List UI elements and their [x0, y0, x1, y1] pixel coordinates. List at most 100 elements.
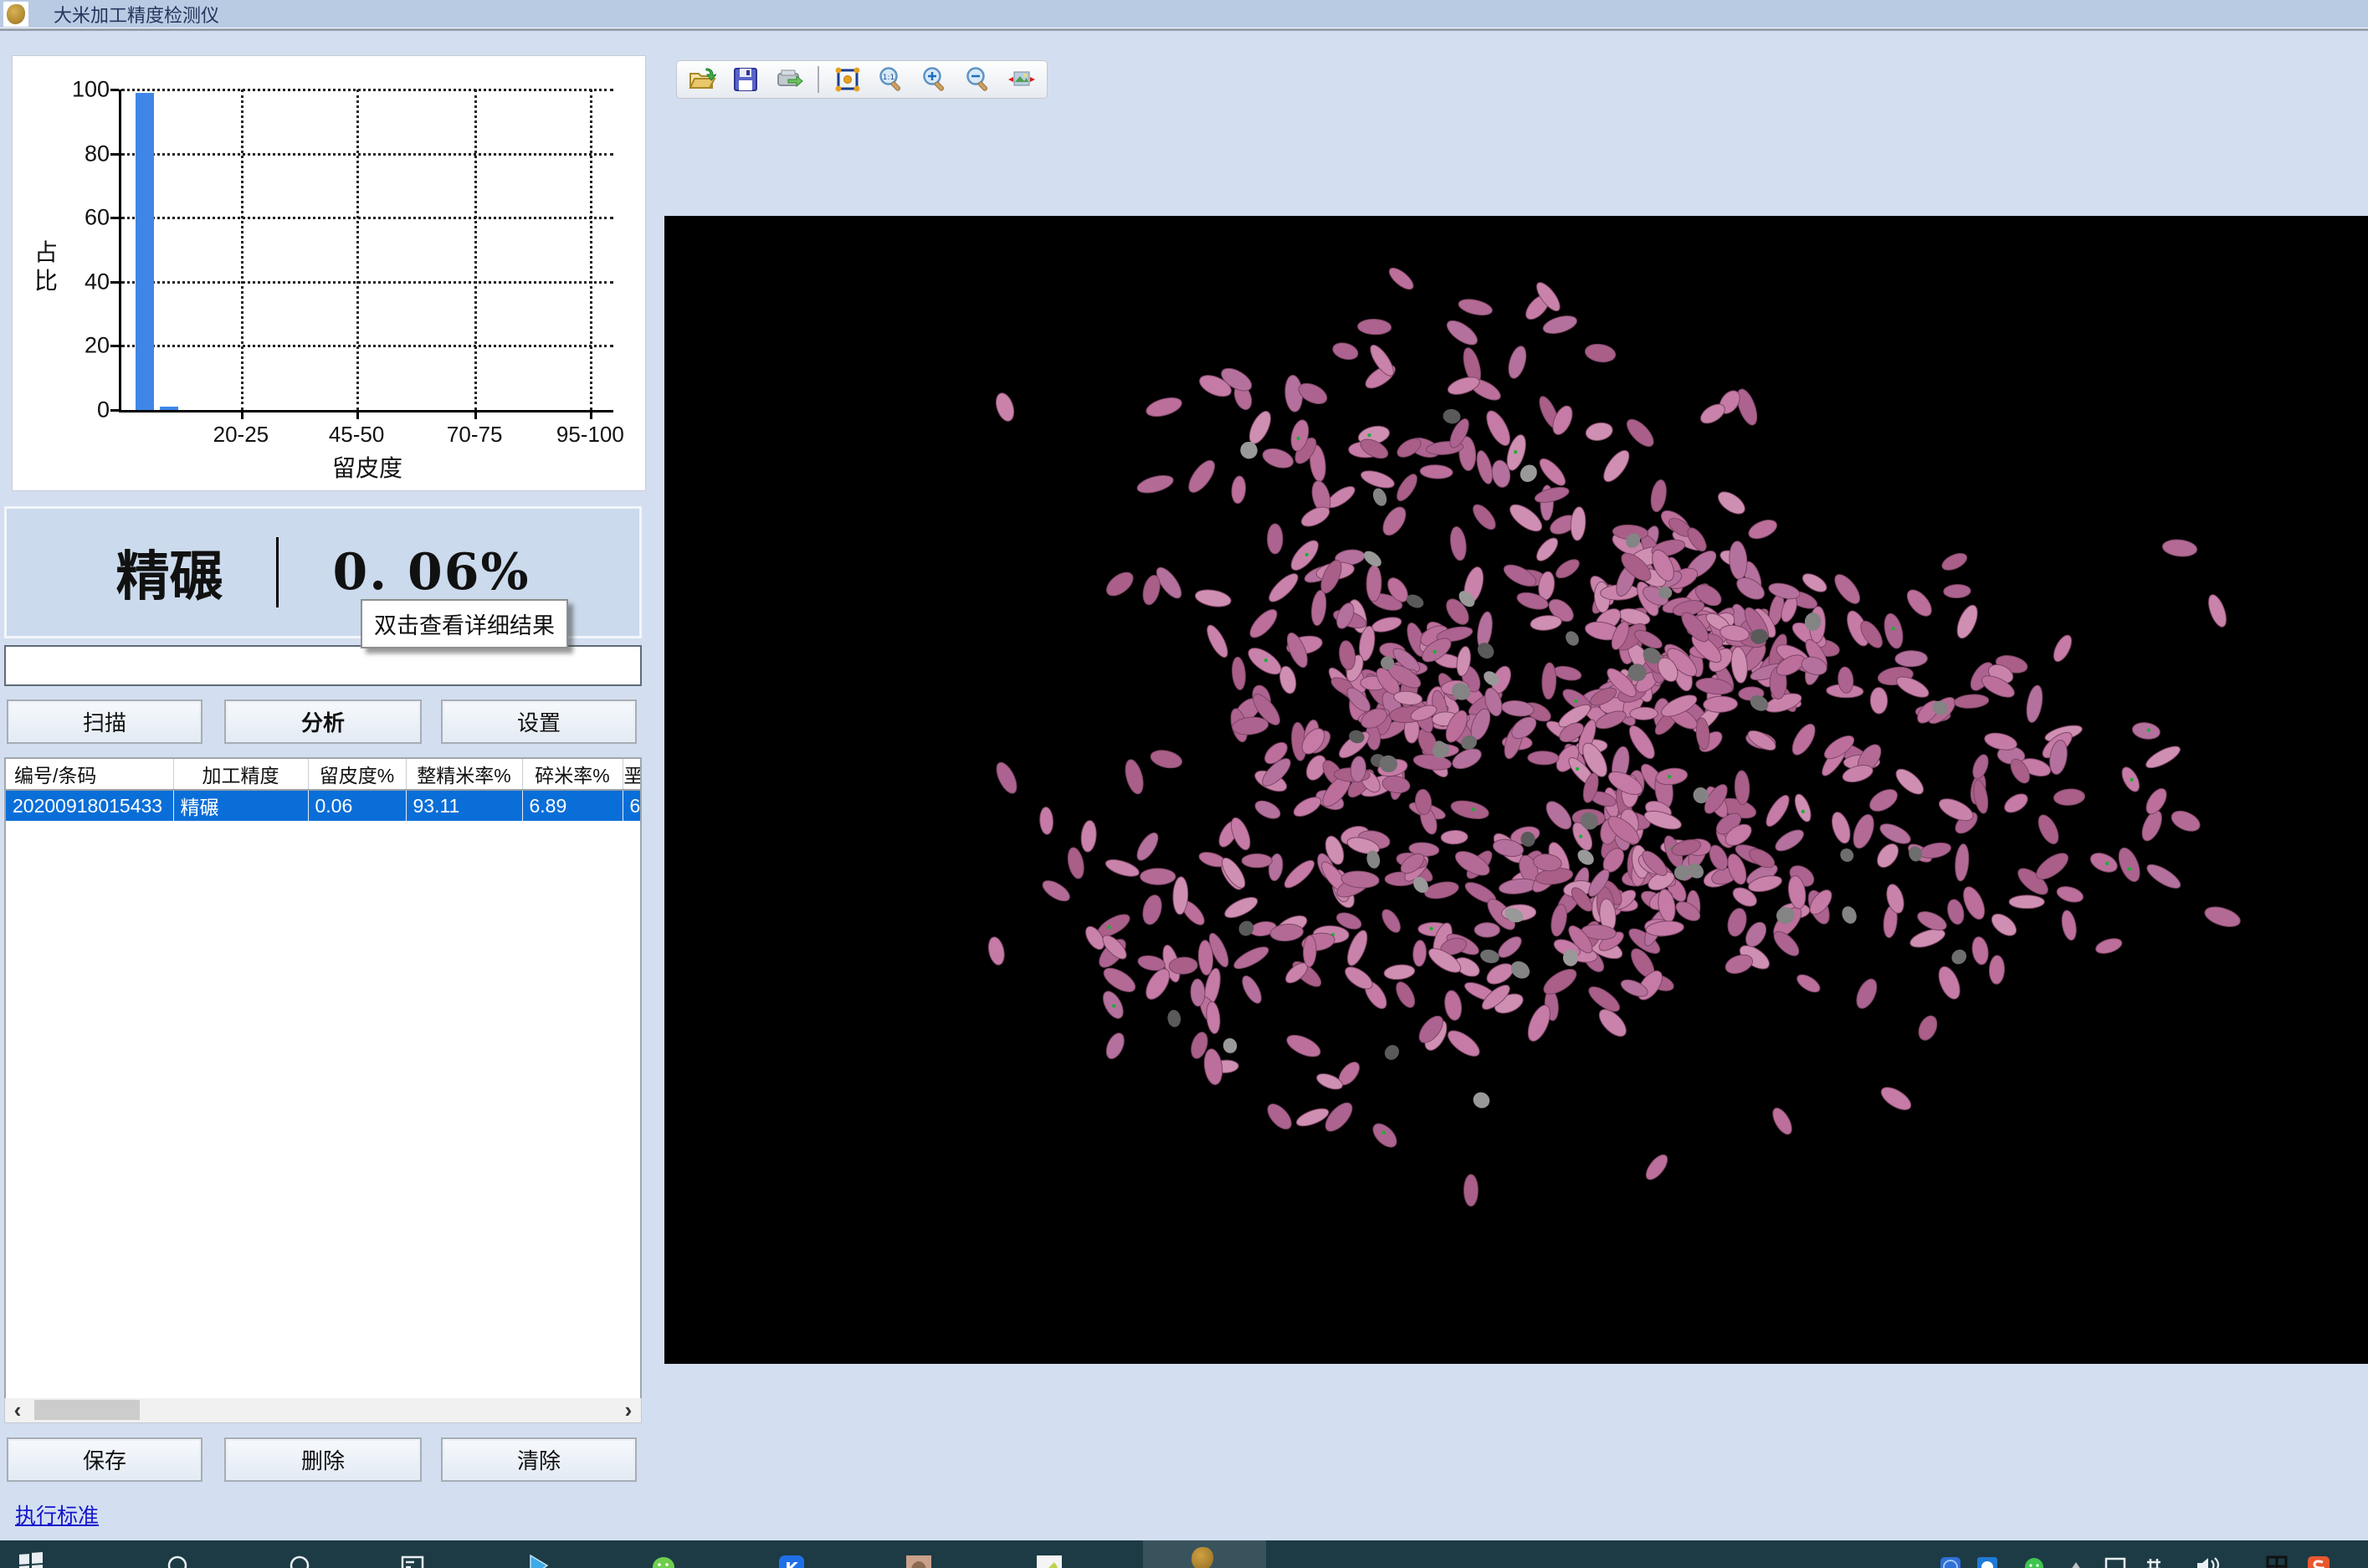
rice-grain [1104, 856, 1141, 879]
barcode-input[interactable] [4, 645, 642, 686]
save-icon[interactable] [730, 64, 761, 95]
histogram-plot: 留皮度 02040608010020-2545-5070-7595-100 [119, 90, 613, 412]
tray-show-hidden-icon[interactable] [2065, 1552, 2094, 1568]
rice-grain [1383, 963, 1415, 981]
task-view-icon[interactable] [400, 1552, 428, 1568]
table-header-row: 编号/条码 加工精度 留皮度% 整精米率% 碎米率% 垩白粒率% [6, 759, 642, 790]
rice-grain [1140, 869, 1176, 885]
rice-grain [1584, 421, 1614, 443]
app-wechat-icon[interactable] [651, 1552, 679, 1568]
rice-grain [1268, 524, 1283, 554]
horizontal-scrollbar[interactable]: ‹ › [4, 1398, 642, 1423]
tray-ime-grid-icon[interactable] [2264, 1552, 2293, 1568]
rice-grain [2202, 904, 2242, 930]
x-tick-label: 70-75 [447, 422, 503, 448]
col-header-broken[interactable]: 碎米率% [522, 759, 623, 790]
start-button[interactable] [18, 1552, 47, 1568]
cell-partial: 6 [623, 790, 642, 821]
open-file-icon[interactable] [687, 64, 717, 95]
scrollbar-thumb[interactable] [34, 1400, 140, 1420]
col-header-precision[interactable]: 加工精度 [173, 759, 308, 790]
region-select-icon[interactable] [833, 64, 863, 95]
x-tickmark [356, 412, 359, 419]
cell-barcode: 20200918015433 [6, 790, 173, 821]
rice-grain [1039, 877, 1073, 905]
rice-grain [1881, 612, 1905, 650]
rice-grain [1970, 752, 1991, 781]
rice-grain [1222, 894, 1260, 922]
results-table: 编号/条码 加工精度 留皮度% 整精米率% 碎米率% 垩白粒率% 2020091… [4, 757, 642, 1423]
rice-grain [1728, 541, 1748, 580]
rice-grain [1894, 673, 1931, 701]
rice-grain [1423, 879, 1460, 901]
tray-display-icon[interactable] [2104, 1552, 2132, 1568]
app-icon [3, 2, 28, 27]
rice-grain [1541, 797, 1576, 833]
y-gridline [121, 217, 613, 219]
rice-grain [1725, 906, 1750, 938]
search-icon[interactable] [166, 1552, 194, 1568]
rice-grain [1877, 820, 1913, 848]
tray-sogou-icon[interactable] [2306, 1552, 2335, 1568]
rice-grain [1599, 447, 1633, 486]
zoom-out-icon[interactable] [963, 64, 993, 95]
fit-image-icon[interactable] [1007, 64, 1037, 95]
y-tick-label: 60 [85, 205, 110, 231]
rice-grain [1953, 602, 1981, 641]
rice-grain [1103, 1031, 1128, 1062]
col-header-headrice[interactable]: 整精米率% [406, 759, 522, 790]
app-media-icon[interactable] [525, 1552, 554, 1568]
tray-input-icon[interactable] [2140, 1552, 2169, 1568]
execution-standard-link[interactable]: 执行标准 [15, 1499, 99, 1530]
rice-image-canvas[interactable] [664, 216, 2368, 1364]
rice-grain [1500, 699, 1535, 718]
rice-grain [2060, 910, 2078, 941]
col-header-bran[interactable]: 留皮度% [308, 759, 406, 790]
scroll-left-arrow[interactable]: ‹ [5, 1398, 30, 1422]
table-row-selected[interactable]: 20200918015433 精碾 0.06 93.11 6.89 6 [6, 790, 642, 821]
save-button[interactable]: 保存 [7, 1437, 202, 1482]
rice-grain [2094, 935, 2124, 956]
retained-bran-value: 0. 06% [332, 543, 530, 602]
rice-grain [1263, 1100, 1295, 1134]
rice-grain [2055, 884, 2085, 904]
zoom-in-icon[interactable] [920, 64, 950, 95]
x-tickmark [241, 412, 243, 419]
cortana-icon[interactable] [288, 1552, 316, 1568]
settings-button[interactable]: 设置 [441, 699, 637, 744]
clear-button[interactable]: 清除 [441, 1437, 637, 1482]
y-tickmark [110, 153, 119, 156]
rice-grain [1794, 971, 1822, 996]
rice-grain [1457, 296, 1494, 318]
rice-grain [1065, 846, 1086, 879]
scan-button[interactable]: 扫描 [7, 699, 202, 744]
tray-wechat-icon[interactable] [2023, 1552, 2052, 1568]
y-tickmark [110, 281, 119, 284]
window-title: 大米加工精度检测仪 [54, 1, 219, 28]
rice-grain [1772, 826, 1807, 855]
col-header-barcode[interactable]: 编号/条码 [6, 759, 173, 790]
rice-grain [987, 935, 1007, 966]
rice-grain [1359, 468, 1397, 491]
rice-grain [1122, 758, 1146, 796]
scroll-right-arrow[interactable]: › [616, 1398, 641, 1422]
rice-grain [1231, 475, 1247, 504]
histogram-bar [136, 93, 154, 410]
tray-volume-icon[interactable] [2194, 1552, 2222, 1568]
x-tickmark [474, 412, 477, 419]
app-avatar-icon[interactable] [905, 1552, 934, 1568]
tray-app-blue2-icon[interactable] [1976, 1552, 2005, 1568]
tray-app-blue1-icon[interactable] [1940, 1552, 1968, 1568]
zoom-actual-icon[interactable]: 1:1 [876, 64, 906, 95]
y-gridline [121, 281, 613, 284]
app-notes-icon[interactable] [1036, 1552, 1064, 1568]
col-header-partial[interactable]: 垩白粒率% [623, 759, 642, 790]
rice-grain [1441, 830, 1468, 844]
delete-button[interactable]: 删除 [224, 1437, 422, 1482]
export-image-icon[interactable] [774, 64, 804, 95]
taskbar-active-app[interactable] [1143, 1540, 1266, 1568]
analyze-button[interactable]: 分析 [224, 699, 422, 744]
rice-app-icon [1192, 1547, 1213, 1568]
chart-x-axis-label: 留皮度 [332, 450, 402, 484]
app-k-icon[interactable]: K [778, 1552, 807, 1568]
